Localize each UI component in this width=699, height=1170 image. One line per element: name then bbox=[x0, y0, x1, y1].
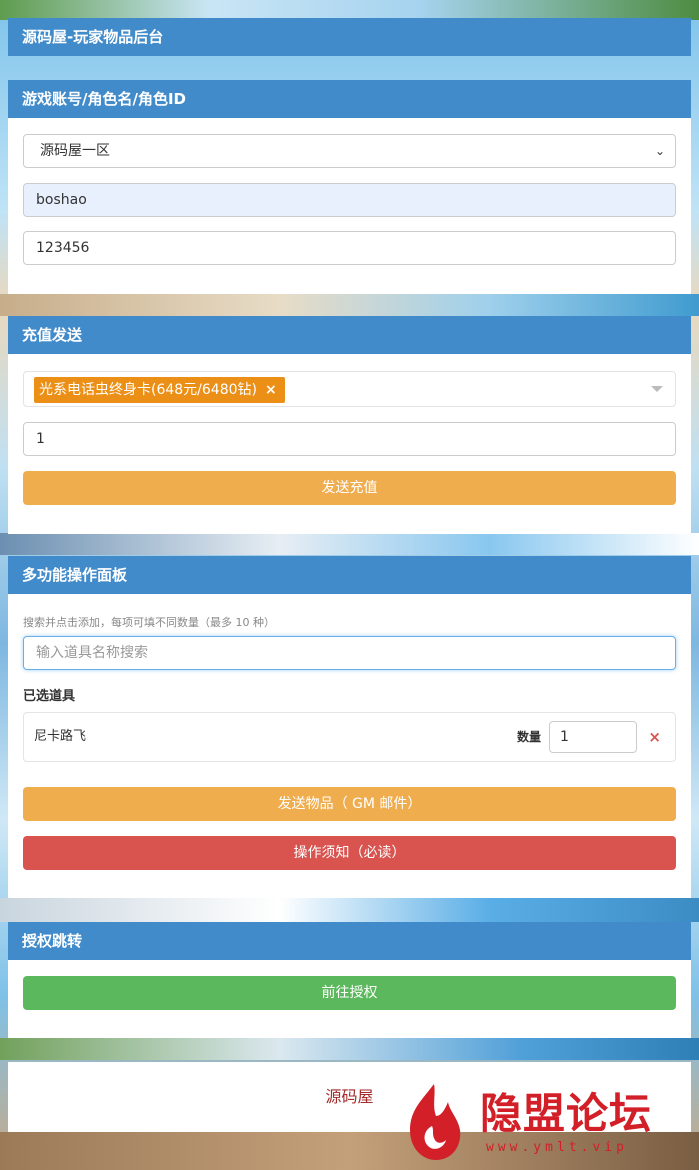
background-strip bbox=[0, 1038, 699, 1060]
tag-remove-icon[interactable]: × bbox=[265, 382, 277, 398]
auth-panel-title: 授权跳转 bbox=[8, 922, 691, 960]
recharge-quantity-input[interactable]: 1 bbox=[23, 422, 676, 456]
selected-item-tag-label: 光系电话虫终身卡(648元/6480钻) bbox=[39, 382, 257, 398]
selected-items-label: 已选道具 bbox=[23, 689, 76, 704]
remove-item-icon[interactable]: × bbox=[648, 713, 661, 761]
item-search-input[interactable]: 输入道具名称搜索 bbox=[23, 636, 676, 670]
server-select-value: 源码屋一区 bbox=[40, 143, 110, 159]
background-strip bbox=[0, 533, 699, 555]
flame-logo-icon bbox=[410, 1084, 461, 1160]
background-strip bbox=[0, 0, 699, 20]
account-panel: 游戏账号/角色名/角色ID 源码屋一区 ⌄ boshao 123456 bbox=[8, 80, 691, 294]
app-title: 源码屋-玩家物品后台 bbox=[8, 18, 691, 56]
account-panel-title: 游戏账号/角色名/角色ID bbox=[8, 80, 691, 118]
server-select[interactable]: 源码屋一区 ⌄ bbox=[23, 134, 676, 168]
recharge-panel-title: 充值发送 bbox=[8, 316, 691, 354]
background-strip bbox=[0, 898, 699, 922]
item-quantity-input[interactable]: 1 bbox=[549, 721, 637, 753]
account-input[interactable]: boshao bbox=[23, 183, 676, 217]
dropdown-arrow-icon bbox=[651, 386, 663, 392]
send-recharge-button[interactable]: 发送充值 bbox=[23, 471, 676, 505]
quantity-label: 数量 bbox=[516, 730, 541, 744]
watermark: 隐盟论坛 www.ymlt.vip bbox=[398, 1078, 698, 1170]
role-id-input[interactable]: 123456 bbox=[23, 231, 676, 265]
search-hint: 搜索并点击添加，每项可填不同数量（最多 10 种） bbox=[23, 616, 275, 629]
auth-panel: 授权跳转 前往授权 bbox=[8, 922, 691, 1038]
selected-item-tag: 光系电话虫终身卡(648元/6480钻) × bbox=[34, 377, 285, 403]
operation-notice-button[interactable]: 操作须知（必读） bbox=[23, 836, 676, 870]
chevron-down-icon: ⌄ bbox=[654, 144, 665, 158]
send-items-button[interactable]: 发送物品（ GM 邮件） bbox=[23, 787, 676, 821]
background-strip bbox=[0, 294, 699, 316]
watermark-url: www.ymlt.vip bbox=[486, 1140, 628, 1155]
recharge-panel: 充值发送 光系电话虫终身卡(648元/6480钻) × 1 发送充值 bbox=[8, 316, 691, 534]
recharge-item-select[interactable]: 光系电话虫终身卡(648元/6480钻) × bbox=[23, 371, 676, 407]
app-title-bar: 源码屋-玩家物品后台 bbox=[8, 18, 691, 56]
selected-item-row: 尼卡路飞 数量 1 × bbox=[23, 712, 676, 762]
goto-auth-button[interactable]: 前往授权 bbox=[23, 976, 676, 1010]
multi-function-panel: 多功能操作面板 搜索并点击添加，每项可填不同数量（最多 10 种） 输入道具名称… bbox=[8, 556, 691, 898]
watermark-text: 隐盟论坛 bbox=[480, 1089, 653, 1138]
multi-panel-title: 多功能操作面板 bbox=[8, 556, 691, 594]
selected-item-name: 尼卡路飞 bbox=[34, 729, 87, 744]
